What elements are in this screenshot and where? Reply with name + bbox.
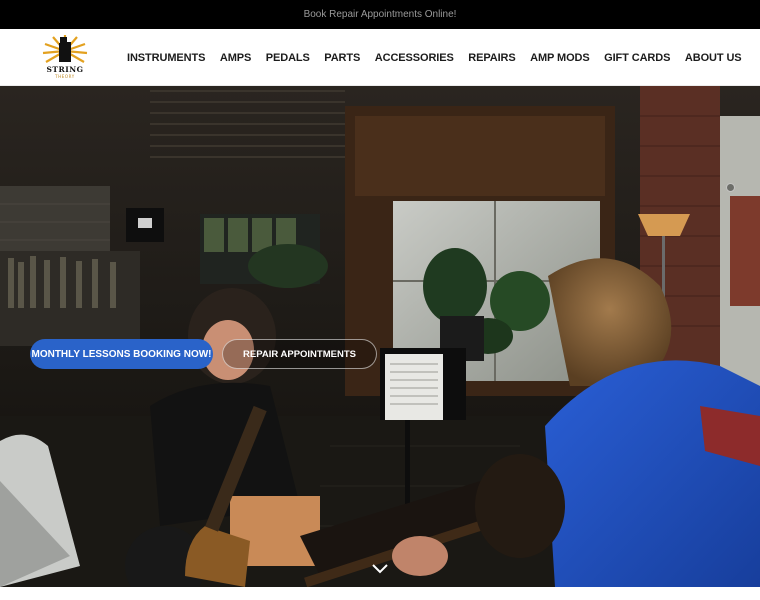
nav-parts[interactable]: PARTS (324, 52, 360, 64)
hero-section (0, 86, 760, 587)
nav-repairs[interactable]: REPAIRS (468, 52, 515, 64)
announcement-link[interactable]: Book Repair Appointments Online! (304, 9, 457, 20)
page-bottom (0, 587, 760, 600)
site-header: STRING THEORY INSTRUMENTS AMPS PEDALS PA… (0, 29, 760, 86)
main-nav: INSTRUMENTS AMPS PEDALS PARTS ACCESSORIE… (127, 29, 756, 86)
nav-accessories[interactable]: ACCESSORIES (375, 52, 454, 64)
logo-wordmark: STRING (46, 65, 84, 74)
nav-pedals[interactable]: PEDALS (266, 52, 310, 64)
hero-photo (0, 86, 760, 587)
nav-about-us[interactable]: ABOUT US (685, 52, 742, 64)
logo[interactable]: STRING THEORY (40, 35, 90, 81)
monthly-lessons-button[interactable]: MONTHLY LESSONS BOOKING NOW! (30, 339, 213, 369)
repair-appointments-button[interactable]: REPAIR APPOINTMENTS (222, 339, 377, 369)
carousel-indicator[interactable] (726, 183, 735, 192)
nav-amp-mods[interactable]: AMP MODS (530, 52, 590, 64)
chevron-down-icon[interactable] (371, 562, 389, 574)
announcement-bar: Book Repair Appointments Online! (0, 0, 760, 29)
logo-subtitle: THEORY (55, 74, 75, 79)
nav-instruments[interactable]: INSTRUMENTS (127, 52, 205, 64)
nav-amps[interactable]: AMPS (220, 52, 251, 64)
nav-gift-cards[interactable]: GIFT CARDS (604, 52, 670, 64)
